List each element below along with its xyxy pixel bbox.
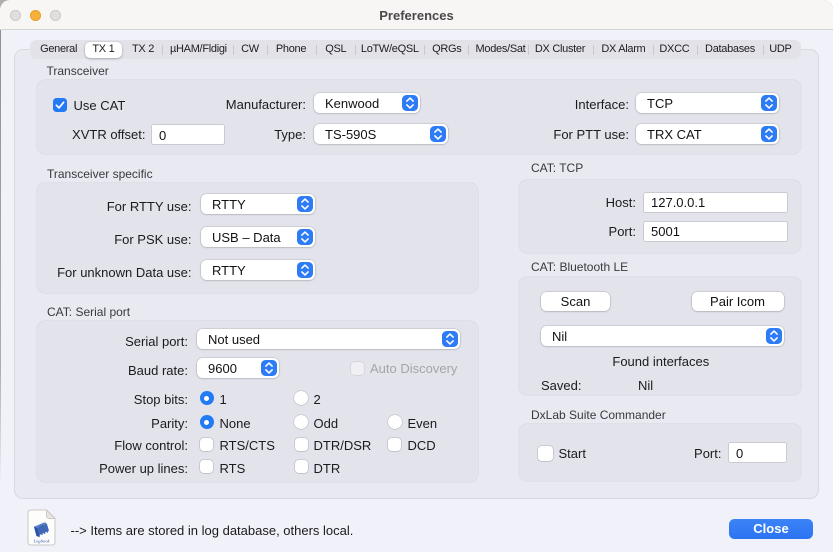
svg-text:Logbook: Logbook [32, 539, 50, 544]
